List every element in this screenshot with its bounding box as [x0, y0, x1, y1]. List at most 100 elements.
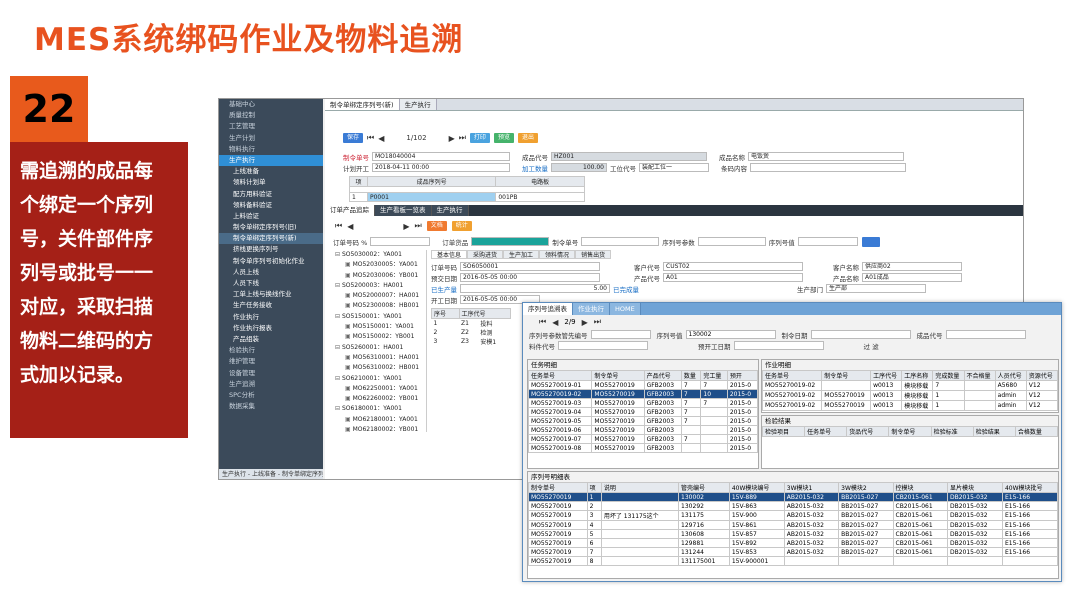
column-header[interactable]: 合格数量: [1014, 426, 1058, 437]
tree-node[interactable]: ▣ MO52030005：YA001: [333, 260, 426, 270]
detail-order-field[interactable]: SO6050001: [460, 262, 600, 271]
sidebar-item[interactable]: SPC分析: [219, 390, 323, 401]
table-row[interactable]: MO55270019 5 130608 15V-857 AB2015-032 BB2015…: [528, 529, 1058, 539]
detail-tab[interactable]: 基本信息: [431, 250, 468, 259]
save-button[interactable]: 保存: [343, 133, 364, 143]
tree-node[interactable]: ▣ MO52030006：YB001: [333, 271, 426, 281]
popup-prev-icon[interactable]: ◀: [552, 318, 558, 327]
table-row[interactable]: MO55270019-03 MO55270019 GFB2003 7 7 2015-0: [528, 398, 758, 408]
table-row[interactable]: 2 Z2 检测: [432, 328, 511, 337]
column-header[interactable]: 制令单号: [888, 426, 932, 437]
sidebar-item[interactable]: 设备管理: [219, 368, 323, 379]
detail-prod-field[interactable]: A01: [663, 273, 803, 282]
tree-node[interactable]: ▣ MO5150001：YA001: [333, 322, 426, 332]
popup-next-icon[interactable]: ▶: [582, 318, 588, 327]
column-header[interactable]: 管壳编号: [678, 482, 730, 493]
popup-finish-field[interactable]: [733, 341, 824, 350]
order-goods-input[interactable]: [471, 237, 550, 246]
sidebar-item[interactable]: 质量控制: [219, 110, 323, 121]
column-header[interactable]: 控模块: [892, 482, 948, 493]
detail-tab[interactable]: 领料情况: [539, 250, 576, 259]
serial-param-input[interactable]: [697, 237, 766, 246]
column-header[interactable]: 检验结果: [972, 426, 1016, 437]
sidebar-item[interactable]: 生产追溯: [219, 379, 323, 390]
last-page-icon[interactable]: ⏭: [459, 133, 466, 143]
sidebar-item[interactable]: 作业执行: [219, 312, 323, 323]
sidebar-item[interactable]: 人员上线: [219, 267, 323, 278]
column-header[interactable]: 40W模块批号: [1001, 482, 1058, 493]
print-button[interactable]: 打印: [469, 133, 490, 143]
tree-node[interactable]: ⊟ SO5150001：YA001: [333, 312, 426, 322]
next-page-icon[interactable]: ▶: [449, 134, 455, 143]
column-header[interactable]: 数量: [680, 370, 702, 381]
prev-page-icon[interactable]: ◀: [378, 134, 384, 143]
first-page-icon[interactable]: ⏮: [367, 133, 374, 143]
tab-exec[interactable]: 生产执行: [431, 205, 469, 216]
work-center-field[interactable]: 装配工位一: [639, 163, 709, 172]
column-header[interactable]: 人员代号: [994, 370, 1027, 381]
tree-node[interactable]: ▣ MO62180001：YA001: [333, 415, 426, 425]
bind-cell-serial[interactable]: P0001: [366, 192, 497, 202]
first-icon[interactable]: ⏮: [335, 221, 342, 231]
popup-first-icon[interactable]: ⏮: [539, 317, 546, 327]
tab-job-exec[interactable]: 作业执行: [573, 303, 610, 315]
last-icon[interactable]: ⏭: [415, 221, 422, 231]
stat-button[interactable]: 统计: [451, 221, 472, 231]
doc-button[interactable]: 文档: [426, 221, 447, 231]
sidebar-item[interactable]: 生产计划: [219, 133, 323, 144]
barcode-field[interactable]: [750, 163, 906, 172]
sidebar-item[interactable]: 工单上线与换线作业: [219, 289, 323, 300]
plan-start-field[interactable]: 2018-04-11 00:00: [372, 163, 510, 172]
popup-last-icon[interactable]: ⏭: [594, 317, 601, 327]
table-row[interactable]: 1 Z1 投料: [432, 319, 511, 328]
sidebar-item[interactable]: 配方用料验证: [219, 189, 323, 200]
table-row[interactable]: MO55270019 1 130002 15V-889 AB2015-032 BB2015…: [528, 492, 1058, 502]
column-header[interactable]: 项: [586, 482, 602, 493]
preview-button[interactable]: 预览: [493, 133, 514, 143]
popup-material-field[interactable]: [558, 341, 648, 350]
table-row[interactable]: 3 Z3 安模1: [432, 337, 511, 346]
serial-value-input[interactable]: [797, 237, 858, 246]
sidebar-item[interactable]: 领料备料验证: [219, 200, 323, 211]
sidebar-item[interactable]: 人员下线: [219, 278, 323, 289]
order-search-input[interactable]: [370, 237, 431, 246]
popup-product-field[interactable]: [945, 330, 1026, 339]
sidebar-item[interactable]: 数据采集: [219, 401, 323, 412]
sidebar-item[interactable]: 生产执行: [219, 154, 323, 167]
column-header[interactable]: 货品代号: [846, 426, 890, 437]
tree-node[interactable]: ⊟ SO6210001：YA001: [333, 374, 426, 384]
detail-tab[interactable]: 生产加工: [503, 250, 540, 259]
tab-bind-serial[interactable]: 制令单绑定序列号(新): [325, 99, 400, 110]
detail-dept-field[interactable]: 生产部: [826, 284, 926, 293]
sidebar-item[interactable]: 领料计划单: [219, 177, 323, 188]
table-row[interactable]: 1 P0001 001PB: [349, 192, 585, 202]
table-row[interactable]: MO55270019-02 w0013 模块移载 7 A5680 V12: [762, 380, 1058, 391]
table-row[interactable]: MO55270019-07 MO55270019 GFB2003 7 2015-0: [528, 434, 758, 444]
tab-kanban[interactable]: 生产看板一览表: [375, 205, 432, 216]
column-header[interactable]: 产品代号: [643, 370, 682, 381]
table-row[interactable]: MO55270019-06 MO55270019 GFB2003 2015-0: [528, 425, 758, 435]
table-row[interactable]: MO55270019 2 130292 15V-863 AB2015-032 BB2015…: [528, 501, 1058, 511]
sidebar-item[interactable]: 工艺管理: [219, 121, 323, 132]
column-header[interactable]: 制令单号: [591, 370, 645, 381]
prev-icon[interactable]: ◀: [347, 222, 353, 231]
column-header[interactable]: 不合格量: [963, 370, 996, 381]
column-header[interactable]: 完工量: [700, 370, 728, 381]
column-header[interactable]: 40W模块编号: [728, 482, 785, 493]
column-header[interactable]: 3W模块1: [783, 482, 840, 493]
column-header[interactable]: 工序代号: [870, 370, 903, 381]
tree-node[interactable]: ⊟ SO6180001：YA001: [333, 404, 426, 414]
column-header[interactable]: 任务单号: [528, 370, 593, 381]
detail-cust-name-field[interactable]: 供应商02: [862, 262, 962, 271]
popup-param-field[interactable]: [590, 330, 651, 339]
tree-node[interactable]: ▣ MO52300008：HB001: [333, 301, 426, 311]
detail-plan-date-field[interactable]: 2016-05-05 00:00: [460, 273, 600, 282]
search-button[interactable]: [861, 236, 880, 247]
tab-order-trace[interactable]: 订单产品追踪: [325, 205, 375, 216]
sidebar-item[interactable]: 检验执行: [219, 345, 323, 356]
detail-tab[interactable]: 销售出货: [575, 250, 612, 259]
sidebar-item[interactable]: 上料验证: [219, 211, 323, 222]
tree-node[interactable]: ▣ MO5150002：YB001: [333, 332, 426, 342]
detail-tab[interactable]: 采购进货: [467, 250, 504, 259]
sidebar-item[interactable]: 维护管理: [219, 356, 323, 367]
